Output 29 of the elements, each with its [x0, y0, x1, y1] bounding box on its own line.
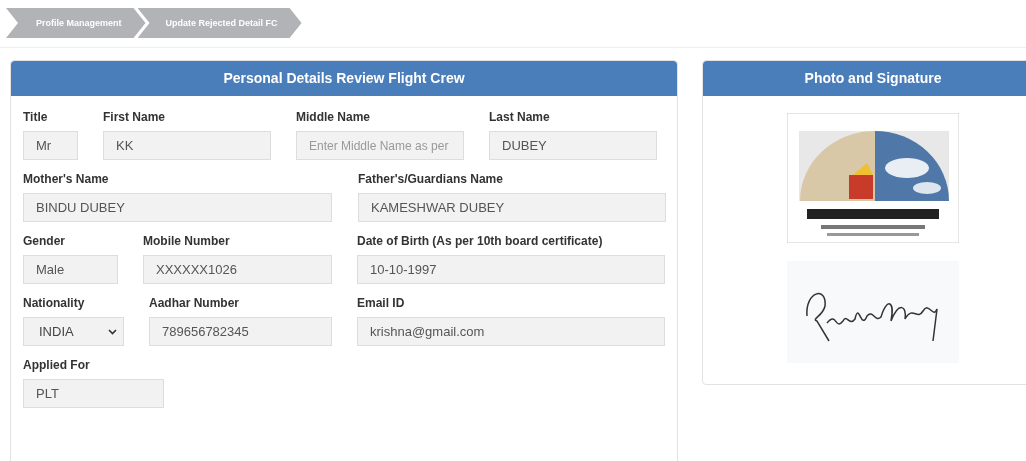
field-label: Nationality	[23, 296, 86, 310]
field-label: Last Name	[489, 110, 551, 124]
field-label: Email ID	[357, 296, 406, 310]
field-label: First Name	[103, 110, 167, 124]
field-label: Father's/Guardians Name	[358, 172, 504, 186]
field-label: Gender	[23, 234, 66, 248]
input-field[interactable]: BINDU DUBEY	[23, 193, 332, 222]
field-label: Aadhar Number	[149, 296, 241, 310]
field-label: Date of Birth (As per 10th board certificate)	[357, 234, 604, 248]
input-field[interactable]: KK	[103, 131, 271, 160]
panel-header: Photo and Signature	[703, 61, 1026, 96]
input-field[interactable]: KAMESHWAR DUBEY	[358, 193, 666, 222]
select-field[interactable]: INDIA	[23, 317, 124, 346]
field-label: Mobile Number	[143, 234, 231, 248]
input-field[interactable]: 10-10-1997	[357, 255, 665, 284]
panel-header: Personal Details Review Flight Crew	[11, 61, 677, 96]
caret-icon	[108, 328, 117, 335]
input-field[interactable]: Male	[23, 255, 118, 284]
input-field[interactable]: Mr	[23, 131, 78, 160]
input-field[interactable]: Enter Middle Name as per	[296, 131, 464, 160]
input-field[interactable]: XXXXXX1026	[143, 255, 332, 284]
input-field[interactable]: 789656782345	[149, 317, 332, 346]
field-label: Mother's Name	[23, 172, 110, 186]
field-label: Title	[23, 110, 49, 124]
input-field[interactable]: PLT	[23, 379, 164, 408]
field-label: Applied For	[23, 358, 91, 372]
input-field[interactable]: DUBEY	[489, 131, 657, 160]
field-label: Middle Name	[296, 110, 371, 124]
input-field[interactable]: krishna@gmail.com	[357, 317, 665, 346]
